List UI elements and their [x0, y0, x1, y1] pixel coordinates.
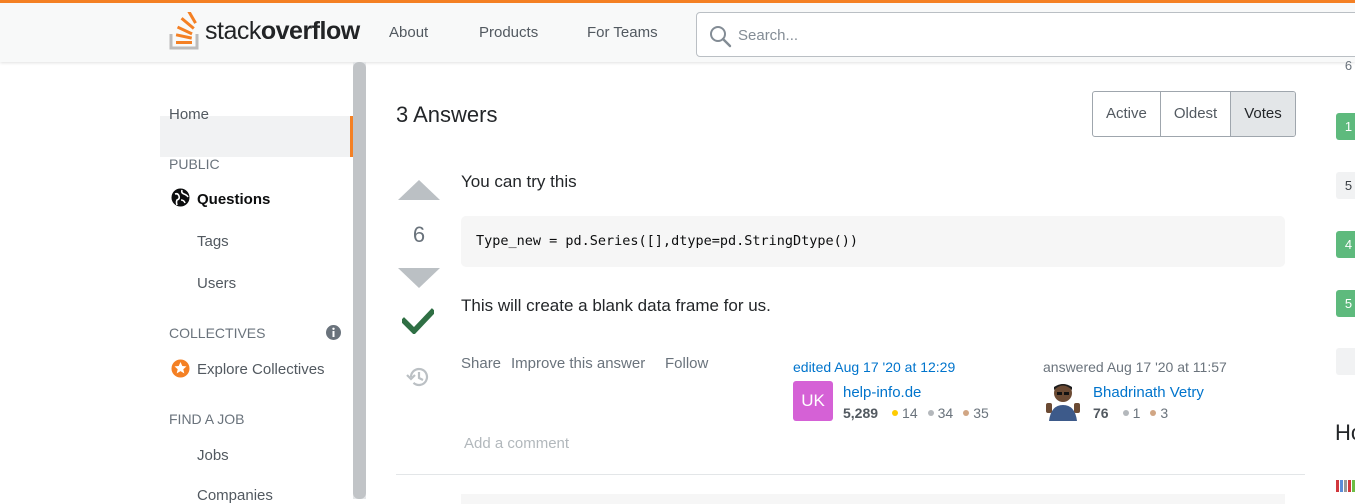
vote-count: 6	[412, 222, 426, 247]
sidebar-heading-find-a-job: FIND A JOB	[169, 411, 245, 427]
bronze-badge-count: 35	[973, 405, 989, 421]
sidebar-heading-collectives: COLLECTIVES	[169, 325, 266, 341]
search-input[interactable]: Search...	[696, 12, 1355, 57]
nav-about[interactable]: About	[389, 24, 428, 41]
reputation-score: 76	[1093, 405, 1109, 421]
related-count-5[interactable]: 5	[1336, 290, 1355, 317]
next-answer-code-block	[461, 494, 1285, 504]
bronze-badge-count: 3	[1160, 405, 1169, 421]
follow-link[interactable]: Follow	[665, 355, 708, 372]
sort-tab-votes[interactable]: Votes	[1230, 92, 1295, 136]
improve-answer-link[interactable]: Improve this answer	[511, 355, 645, 372]
stackoverflow-logo[interactable]: stackoverflow	[169, 10, 360, 52]
hot-network-heading: Ho	[1335, 420, 1355, 445]
answers-count-title: 3 Answers	[396, 102, 498, 127]
sort-tab-active[interactable]: Active	[1093, 92, 1160, 136]
gold-badge-icon	[892, 410, 899, 416]
nav-for-teams[interactable]: For Teams	[587, 24, 658, 41]
silver-badge-icon	[1122, 410, 1129, 416]
silver-badge-count: 1	[1132, 405, 1141, 421]
collectives-icon	[170, 358, 191, 384]
answer-sort-tabs: Active Oldest Votes	[1092, 91, 1296, 137]
bronze-badge-icon	[1150, 410, 1157, 416]
network-site-icon	[1336, 478, 1355, 497]
sidebar-heading-public: PUBLIC	[169, 156, 220, 172]
share-link[interactable]: Share	[461, 355, 501, 372]
sidebar-item-companies[interactable]: Companies	[197, 487, 273, 504]
globe-icon	[171, 188, 190, 212]
answered-timestamp: answered Aug 17 '20 at 11:57	[1043, 359, 1227, 375]
sidebar-item-questions[interactable]: Questions	[197, 191, 270, 208]
sort-tab-oldest[interactable]: Oldest	[1159, 92, 1230, 136]
silver-badge-icon	[927, 410, 934, 416]
related-count-2[interactable]: 1	[1336, 113, 1355, 140]
scrollbar-thumb[interactable]	[353, 62, 366, 499]
history-icon[interactable]	[405, 365, 431, 394]
avatar[interactable]: UK	[793, 381, 833, 421]
sidebar-item-tags[interactable]: Tags	[197, 233, 229, 250]
related-count-3[interactable]: 5	[1336, 172, 1355, 199]
sidebar-scrollbar[interactable]	[353, 62, 366, 499]
answer-divider	[396, 474, 1305, 475]
related-count-6[interactable]	[1336, 348, 1355, 375]
sidebar-item-users[interactable]: Users	[197, 275, 236, 292]
related-count-4[interactable]: 4	[1336, 231, 1355, 258]
sidebar-item-home[interactable]: Home	[169, 106, 209, 123]
edited-timestamp-link[interactable]: edited Aug 17 '20 at 12:29	[793, 359, 955, 375]
silver-badge-count: 34	[937, 405, 954, 421]
upvote-button[interactable]	[398, 180, 440, 200]
answer-outro-text: This will create a blank data frame for …	[461, 296, 771, 315]
stack-logo-icon	[169, 12, 199, 50]
sidebar-item-explore-collectives[interactable]: Explore Collectives	[197, 361, 325, 378]
related-count-1[interactable]: 6	[1336, 52, 1355, 79]
info-icon[interactable]	[326, 325, 341, 345]
search-placeholder: Search...	[738, 27, 799, 44]
search-icon	[710, 26, 732, 48]
top-bar: stackoverflow About Products For Teams S…	[0, 0, 1355, 62]
editor-username-link[interactable]: help-info.de	[843, 384, 921, 401]
add-comment-link[interactable]: Add a comment	[464, 435, 569, 452]
accepted-checkmark-icon	[400, 308, 436, 339]
sidebar-item-jobs[interactable]: Jobs	[197, 447, 229, 464]
author-avatar[interactable]	[1043, 381, 1083, 421]
bronze-badge-icon	[963, 410, 970, 416]
downvote-button[interactable]	[398, 268, 440, 288]
gold-badge-count: 14	[902, 405, 918, 421]
author-username-link[interactable]: Bhadrinath Vetry	[1093, 384, 1204, 401]
answer-intro-text: You can try this	[461, 172, 577, 191]
editor-reputation: 5,289 14 34 35	[843, 405, 989, 421]
code-block: Type_new = pd.Series([],dtype=pd.StringD…	[461, 216, 1285, 267]
author-reputation: 76 1 3	[1093, 405, 1168, 421]
nav-products[interactable]: Products	[479, 24, 538, 41]
logo-text: stackoverflow	[205, 16, 360, 45]
reputation-score: 5,289	[843, 405, 879, 421]
